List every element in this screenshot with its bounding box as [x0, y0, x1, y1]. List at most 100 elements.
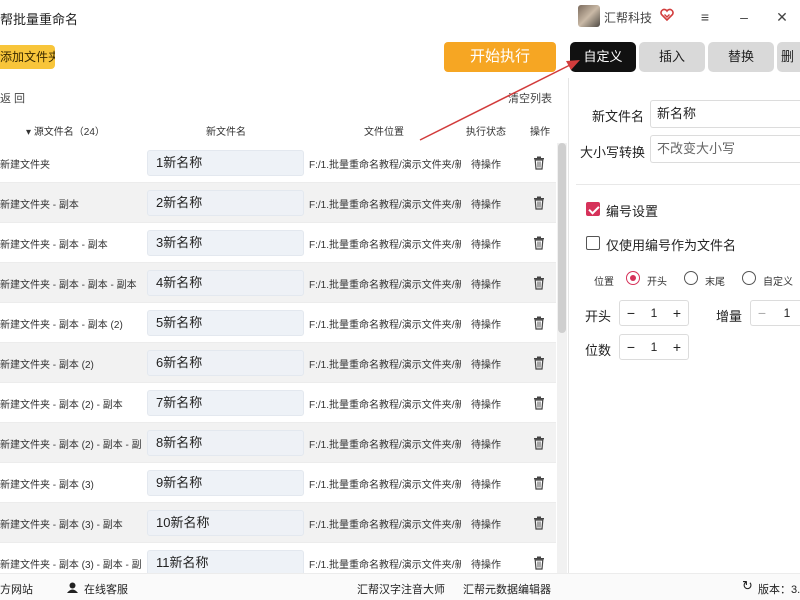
trash-icon[interactable] [533, 556, 545, 570]
minimize-icon[interactable]: – [733, 6, 755, 28]
new-filename-input[interactable]: 1新名称 [147, 150, 304, 176]
numbering-checkbox[interactable] [586, 202, 600, 216]
start-value[interactable]: 1 [642, 301, 666, 325]
table-row[interactable]: 新建文件夹 - 副本 (2) - 副本 - 副本 8新名称 F:/1.批量重命名教程… [0, 423, 556, 463]
start-plus-button[interactable]: + [666, 301, 688, 325]
file-location: F:/1.批量重命名教程/演示文件夹/新 [309, 520, 461, 531]
new-filename-input[interactable]: 4新名称 [147, 270, 304, 296]
file-location: F:/1.批量重命名教程/演示文件夹/新 [309, 440, 461, 451]
new-filename-input[interactable]: 2新名称 [147, 190, 304, 216]
new-name-input[interactable]: 新名称 [650, 100, 800, 128]
table-row[interactable]: 新建文件夹 - 副本 - 副本 3新名称 F:/1.批量重命名教程/演示文件夹/新待… [0, 223, 556, 263]
trash-icon[interactable] [533, 196, 545, 210]
source-filename: 新建文件夹 - 副本 - 副本 (2) [0, 320, 123, 331]
new-filename-input[interactable]: 9新名称 [147, 470, 304, 496]
scrollbar-thumb[interactable] [558, 143, 566, 333]
status-text: 待操作 [471, 200, 501, 211]
case-select[interactable]: 不改变大小写 [650, 135, 800, 163]
digits-value[interactable]: 1 [642, 335, 666, 359]
undo-button[interactable]: 返 回 [0, 90, 25, 106]
tab-custom[interactable]: 自定义 [570, 42, 636, 72]
table-row[interactable]: 新建文件夹 - 副本 (3) - 副本 10新名称 F:/1.批量重命名教程/演示文… [0, 503, 556, 543]
case-label: 大小写转换 [580, 145, 646, 160]
new-filename-input[interactable]: 10新名称 [147, 510, 304, 536]
table-row[interactable]: 新建文件夹 1新名称 F:/1.批量重命名教程/演示文件夹/新 待操作 [0, 143, 556, 183]
table-scrollbar[interactable] [557, 143, 567, 573]
start-button[interactable]: 开始执行 [444, 42, 556, 72]
position-start-radio[interactable] [626, 271, 640, 285]
close-icon[interactable]: ✕ [771, 6, 793, 28]
table-row[interactable]: 新建文件夹 - 副本 2新名称 F:/1.批量重命名教程/演示文件夹/新 待操作 [0, 183, 556, 223]
position-label: 位置 [594, 277, 614, 288]
trash-icon[interactable] [533, 396, 545, 410]
status-text: 待操作 [471, 480, 501, 491]
heart-logo-icon [660, 8, 674, 22]
source-filename: 新建文件夹 - 副本 (3) [0, 480, 94, 491]
file-location: F:/1.批量重命名教程/演示文件夹/新 [309, 560, 461, 571]
tab-insert[interactable]: 插入 [639, 42, 705, 72]
only-number-label: 仅使用编号作为文件名 [606, 238, 737, 253]
tab-delete[interactable]: 删 [777, 42, 800, 72]
table-row[interactable]: 新建文件夹 - 副本 - 副本 (2) 5新名称 F:/1.批量重命名教程/演示文件… [0, 303, 556, 343]
position-custom-radio[interactable] [742, 271, 756, 285]
file-location: F:/1.批量重命名教程/演示文件夹/新 [309, 400, 461, 411]
file-location: F:/1.批量重命名教程/演示文件夹/新 [309, 160, 461, 171]
trash-icon[interactable] [533, 516, 545, 530]
source-filename: 新建文件夹 - 副本 - 副本 - 副本 [0, 280, 137, 291]
file-location: F:/1.批量重命名教程/演示文件夹/新 [309, 360, 461, 371]
trash-icon[interactable] [533, 276, 545, 290]
new-filename-input[interactable]: 3新名称 [147, 230, 304, 256]
digits-plus-button[interactable]: + [666, 335, 688, 359]
trash-icon[interactable] [533, 316, 545, 330]
new-name-label: 新文件名 [592, 109, 645, 124]
position-start-label: 开头 [647, 277, 667, 288]
table-row[interactable]: 新建文件夹 - 副本 (2) 6新名称 F:/1.批量重命名教程/演示文件夹/新 待操… [0, 343, 556, 383]
position-end-radio[interactable] [684, 271, 698, 285]
start-minus-button[interactable]: − [620, 301, 642, 325]
user-avatar[interactable] [578, 5, 600, 27]
table-row[interactable]: 新建文件夹 - 副本 (3) 9新名称 F:/1.批量重命名教程/演示文件夹/新 待操… [0, 463, 556, 503]
trash-icon[interactable] [533, 436, 545, 450]
header-action: 操作 [530, 127, 550, 138]
panel-separator [576, 184, 800, 185]
clear-list-button[interactable]: 清空列表 [508, 90, 552, 106]
pinyin-tool-link[interactable]: 汇帮汉字注音大师 [357, 581, 445, 597]
increment-label: 增量 [716, 309, 743, 324]
official-website-link[interactable]: 方网站 [0, 581, 33, 597]
table-row[interactable]: 新建文件夹 - 副本 (3) - 副本 - 副本 11新名称 F:/1.批量重命名教… [0, 543, 556, 573]
online-support-link[interactable]: 在线客服 [84, 581, 128, 597]
header-location: 文件位置 [364, 127, 404, 138]
trash-icon[interactable] [533, 356, 545, 370]
start-stepper[interactable]: − 1 + [619, 300, 689, 326]
new-filename-input[interactable]: 8新名称 [147, 430, 304, 456]
digits-minus-button[interactable]: − [620, 335, 642, 359]
trash-icon[interactable] [533, 476, 545, 490]
table-row[interactable]: 新建文件夹 - 副本 - 副本 - 副本 4新名称 F:/1.批量重命名教程/演示文… [0, 263, 556, 303]
start-label: 开头 [585, 309, 612, 324]
status-text: 待操作 [471, 240, 501, 251]
table-row[interactable]: 新建文件夹 - 副本 (2) - 副本 7新名称 F:/1.批量重命名教程/演示文件… [0, 383, 556, 423]
new-filename-input[interactable]: 11新名称 [147, 550, 304, 573]
increment-stepper[interactable]: − 1 [750, 300, 800, 326]
increment-value[interactable]: 1 [775, 301, 799, 325]
add-folder-button[interactable]: 添加文件夹 [0, 45, 55, 69]
trash-icon[interactable] [533, 236, 545, 250]
app-title: 帮批量重命名 [0, 12, 79, 27]
tab-replace[interactable]: 替换 [708, 42, 774, 72]
refresh-icon[interactable]: ↻ [742, 578, 753, 594]
metadata-tool-link[interactable]: 汇帮元数据编辑器 [463, 581, 551, 597]
trash-icon[interactable] [533, 156, 545, 170]
increment-minus-button[interactable]: − [751, 301, 773, 325]
file-location: F:/1.批量重命名教程/演示文件夹/新 [309, 280, 461, 291]
header-source[interactable]: ▾ 源文件名（24） [26, 123, 105, 138]
source-filename: 新建文件夹 - 副本 - 副本 [0, 240, 108, 251]
new-filename-input[interactable]: 7新名称 [147, 390, 304, 416]
new-filename-input[interactable]: 5新名称 [147, 310, 304, 336]
hamburger-icon[interactable]: ≡ [694, 6, 716, 28]
status-text: 待操作 [471, 400, 501, 411]
digits-stepper[interactable]: − 1 + [619, 334, 689, 360]
file-location: F:/1.批量重命名教程/演示文件夹/新 [309, 320, 461, 331]
source-filename: 新建文件夹 - 副本 (2) - 副本 [0, 400, 123, 411]
only-number-checkbox[interactable] [586, 236, 600, 250]
new-filename-input[interactable]: 6新名称 [147, 350, 304, 376]
